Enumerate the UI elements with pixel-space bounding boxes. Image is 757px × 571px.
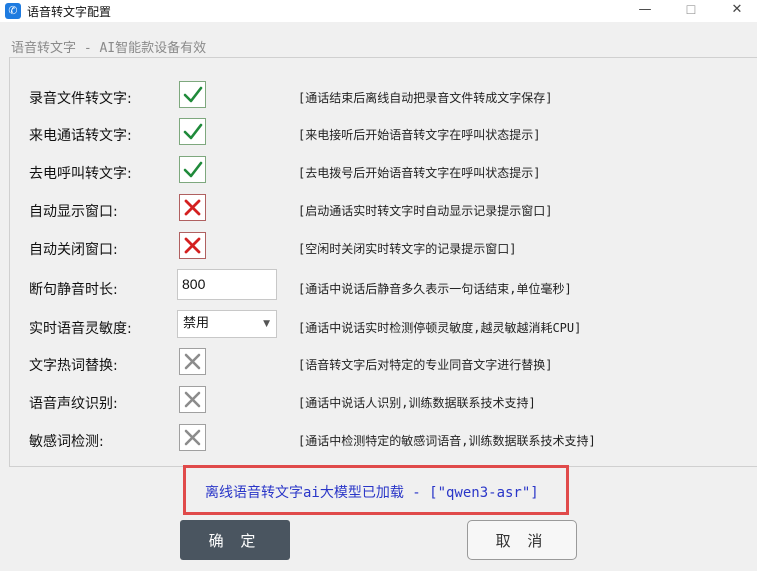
setting-row-recording-to-text: 录音文件转文字: [通话结束后离线自动把录音文件转成文字保存]: [0, 80, 757, 114]
setting-description: [去电拨号后开始语音转文字在呼叫状态提示]: [298, 166, 541, 180]
group-title: 语音转文字 - AI智能款设备有效: [11, 41, 207, 56]
setting-label: 实时语音灵敏度:: [29, 321, 132, 337]
setting-description: [通话结束后离线自动把录音文件转成文字保存]: [298, 91, 553, 105]
setting-description: [语音转文字后对特定的专业同音文字进行替换]: [298, 358, 553, 372]
cancel-button[interactable]: 取 消: [467, 520, 577, 560]
hotword-replace-checkbox[interactable]: [179, 348, 206, 375]
window-title: 语音转文字配置: [27, 5, 112, 19]
title-bar: ✆ 语音转文字配置 — ☐ ✕: [0, 0, 757, 22]
voiceprint-checkbox[interactable]: [179, 386, 206, 413]
setting-label: 自动显示窗口:: [29, 204, 118, 220]
maximize-button[interactable]: ☐: [668, 0, 714, 22]
dropdown-arrow-icon: ▼: [263, 319, 270, 329]
outgoing-call-to-text-checkbox[interactable]: [179, 156, 206, 183]
setting-label: 来电通话转文字:: [29, 128, 132, 144]
minimize-button[interactable]: —: [622, 0, 668, 22]
silence-duration-input[interactable]: 800: [177, 269, 277, 300]
checkmark-icon: [183, 86, 203, 103]
setting-row-outgoing-call-to-text: 去电呼叫转文字: [去电拨号后开始语音转文字在呼叫状态提示]: [0, 155, 757, 189]
close-button[interactable]: ✕: [714, 0, 757, 22]
setting-label: 文字热词替换:: [29, 358, 118, 374]
red-x-icon: [184, 199, 201, 216]
setting-label: 自动关闭窗口:: [29, 242, 118, 258]
auto-close-window-checkbox[interactable]: [179, 232, 206, 259]
auto-show-window-checkbox[interactable]: [179, 194, 206, 221]
setting-row-silence-duration: 断句静音时长: 800 [通话中说话后静音多久表示一句话结束,单位毫秒]: [0, 269, 757, 305]
setting-row-auto-show-window: 自动显示窗口: [启动通话实时转文字时自动显示记录提示窗口]: [0, 193, 757, 227]
setting-row-realtime-sensitivity: 实时语音灵敏度: 禁用 ▼ [通话中说话实时检测停顿灵敏度,越灵敏越消耗CPU]: [0, 310, 757, 344]
gray-x-icon: [184, 429, 201, 446]
setting-label: 录音文件转文字:: [29, 91, 132, 107]
phone-app-icon: ✆: [5, 3, 21, 19]
setting-description: [通话中说话人识别,训练数据联系技术支持]: [298, 396, 536, 410]
gray-x-icon: [184, 353, 201, 370]
sensitivity-selected-value: 禁用: [183, 316, 210, 331]
setting-row-sensitive-word: 敏感词检测: [通话中检测特定的敏感词语音,训练数据联系技术支持]: [0, 423, 757, 457]
model-status-text: 离线语音转文字ai大模型已加载 - ["qwen3-asr"]: [205, 485, 539, 501]
setting-label: 敏感词检测:: [29, 434, 104, 450]
setting-description: [通话中说话后静音多久表示一句话结束,单位毫秒]: [298, 282, 572, 296]
sensitive-word-checkbox[interactable]: [179, 424, 206, 451]
ok-button[interactable]: 确 定: [180, 520, 290, 560]
red-x-icon: [184, 237, 201, 254]
setting-row-incoming-call-to-text: 来电通话转文字: [来电接听后开始语音转文字在呼叫状态提示]: [0, 117, 757, 151]
checkmark-icon: [183, 161, 203, 178]
setting-description: [来电接听后开始语音转文字在呼叫状态提示]: [298, 128, 541, 142]
setting-label: 断句静音时长:: [29, 282, 118, 298]
model-status-box: 离线语音转文字ai大模型已加载 - ["qwen3-asr"]: [183, 465, 569, 515]
sensitivity-select[interactable]: 禁用 ▼: [177, 310, 277, 338]
setting-row-hotword-replace: 文字热词替换: [语音转文字后对特定的专业同音文字进行替换]: [0, 347, 757, 381]
incoming-call-to-text-checkbox[interactable]: [179, 118, 206, 145]
setting-description: [通话中检测特定的敏感词语音,训练数据联系技术支持]: [298, 434, 596, 448]
setting-row-auto-close-window: 自动关闭窗口: [空闲时关闭实时转文字的记录提示窗口]: [0, 231, 757, 265]
checkmark-icon: [183, 123, 203, 140]
setting-description: [启动通话实时转文字时自动显示记录提示窗口]: [298, 204, 553, 218]
setting-label: 语音声纹识别:: [29, 396, 118, 412]
recording-to-text-checkbox[interactable]: [179, 81, 206, 108]
setting-row-voiceprint: 语音声纹识别: [通话中说话人识别,训练数据联系技术支持]: [0, 385, 757, 419]
setting-description: [通话中说话实时检测停顿灵敏度,越灵敏越消耗CPU]: [298, 321, 582, 335]
setting-label: 去电呼叫转文字:: [29, 166, 132, 182]
setting-description: [空闲时关闭实时转文字的记录提示窗口]: [298, 242, 517, 256]
gray-x-icon: [184, 391, 201, 408]
